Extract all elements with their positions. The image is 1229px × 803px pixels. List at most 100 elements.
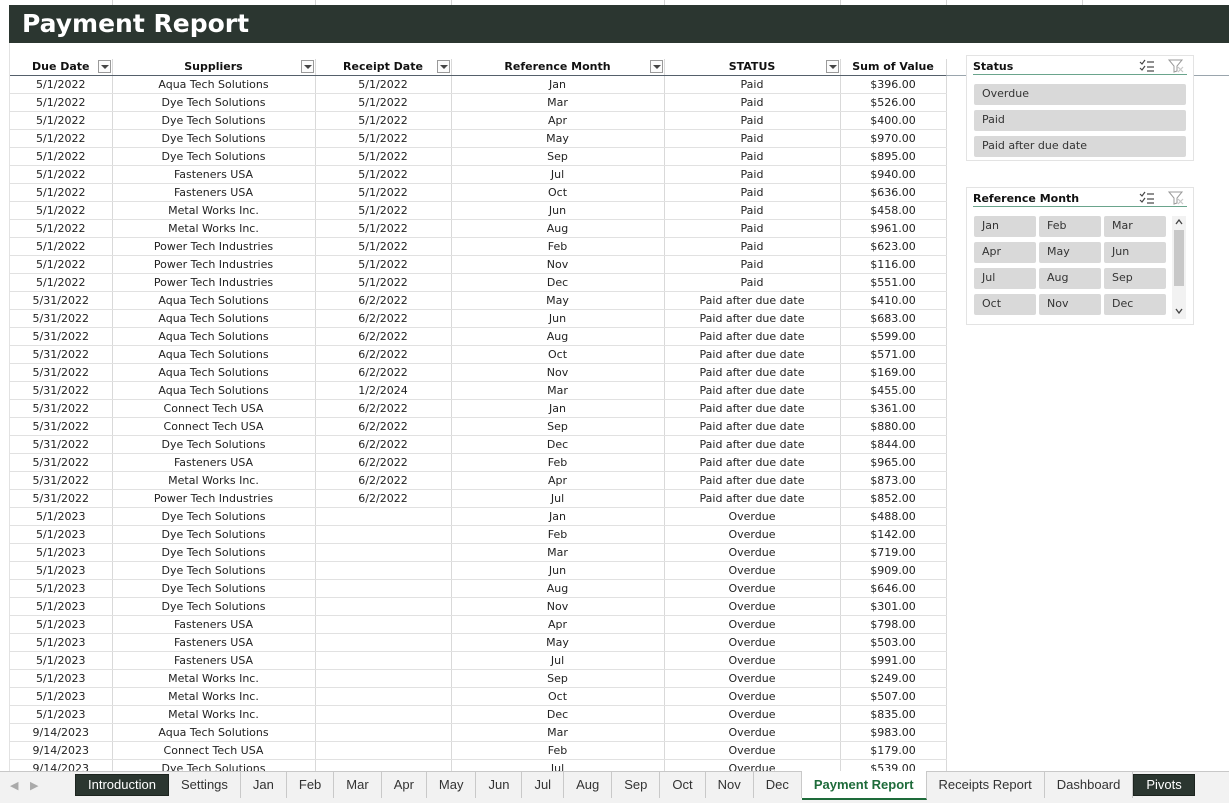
status-cell[interactable]: Paid after due date — [664, 309, 841, 328]
due-date-cell[interactable]: 5/31/2022 — [10, 453, 113, 472]
due-date-cell[interactable]: 5/31/2022 — [10, 345, 113, 364]
supplier-cell[interactable]: Fasteners USA — [112, 651, 316, 670]
slicer-month-apr[interactable]: Apr — [974, 242, 1036, 263]
receipt-date-cell[interactable] — [315, 741, 452, 760]
receipt-date-cell[interactable]: 6/2/2022 — [315, 471, 452, 490]
receipt-date-cell[interactable] — [315, 723, 452, 742]
value-cell[interactable]: $249.00 — [840, 669, 947, 688]
supplier-cell[interactable]: Dye Tech Solutions — [112, 147, 316, 166]
value-cell[interactable]: $983.00 — [840, 723, 947, 742]
reference-month-cell[interactable]: Feb — [451, 453, 665, 472]
supplier-cell[interactable]: Aqua Tech Solutions — [112, 309, 316, 328]
value-cell[interactable]: $396.00 — [840, 75, 947, 94]
receipt-date-cell[interactable]: 5/1/2022 — [315, 93, 452, 112]
status-cell[interactable]: Overdue — [664, 651, 841, 670]
tab-jan[interactable]: Jan — [241, 772, 287, 798]
receipt-date-cell[interactable]: 5/1/2022 — [315, 273, 452, 292]
slicer-month-mar[interactable]: Mar — [1104, 216, 1166, 237]
value-cell[interactable]: $719.00 — [840, 543, 947, 562]
status-cell[interactable]: Paid after due date — [664, 363, 841, 382]
multi-select-icon[interactable] — [1139, 59, 1155, 73]
due-date-cell[interactable]: 5/1/2022 — [10, 183, 113, 202]
supplier-cell[interactable]: Dye Tech Solutions — [112, 507, 316, 526]
slicer-item-paid[interactable]: Paid — [974, 110, 1186, 131]
status-cell[interactable]: Overdue — [664, 525, 841, 544]
tab-dashboard[interactable]: Dashboard — [1045, 772, 1134, 798]
reference-month-cell[interactable]: Oct — [451, 345, 665, 364]
status-cell[interactable]: Paid after due date — [664, 345, 841, 364]
scrollbar-thumb[interactable] — [1174, 230, 1184, 286]
value-cell[interactable]: $455.00 — [840, 381, 947, 400]
receipt-date-cell[interactable]: 5/1/2022 — [315, 183, 452, 202]
reference-month-cell[interactable]: May — [451, 129, 665, 148]
value-cell[interactable]: $361.00 — [840, 399, 947, 418]
value-cell[interactable]: $895.00 — [840, 147, 947, 166]
value-cell[interactable]: $844.00 — [840, 435, 947, 454]
tab-may[interactable]: May — [427, 772, 477, 798]
supplier-cell[interactable]: Aqua Tech Solutions — [112, 75, 316, 94]
due-date-cell[interactable]: 5/31/2022 — [10, 381, 113, 400]
tab-feb[interactable]: Feb — [287, 772, 335, 798]
tab-jun[interactable]: Jun — [476, 772, 523, 798]
status-cell[interactable]: Overdue — [664, 597, 841, 616]
value-cell[interactable]: $940.00 — [840, 165, 947, 184]
status-cell[interactable]: Paid — [664, 219, 841, 238]
reference-month-cell[interactable]: Jul — [451, 489, 665, 508]
value-cell[interactable]: $683.00 — [840, 309, 947, 328]
supplier-cell[interactable]: Connect Tech USA — [112, 417, 316, 436]
filter-dropdown-icon[interactable] — [300, 60, 314, 73]
receipt-date-cell[interactable]: 6/2/2022 — [315, 417, 452, 436]
receipt-date-cell[interactable] — [315, 669, 452, 688]
value-cell[interactable]: $961.00 — [840, 219, 947, 238]
due-date-cell[interactable]: 5/1/2023 — [10, 597, 113, 616]
supplier-cell[interactable]: Aqua Tech Solutions — [112, 291, 316, 310]
reference-month-cell[interactable]: Sep — [451, 417, 665, 436]
status-cell[interactable]: Overdue — [664, 507, 841, 526]
due-date-cell[interactable]: 5/1/2023 — [10, 687, 113, 706]
filter-dropdown-icon[interactable] — [649, 60, 663, 73]
receipt-date-cell[interactable]: 6/2/2022 — [315, 435, 452, 454]
due-date-cell[interactable]: 5/1/2022 — [10, 201, 113, 220]
value-cell[interactable]: $507.00 — [840, 687, 947, 706]
receipt-date-cell[interactable]: 6/2/2022 — [315, 453, 452, 472]
receipt-date-cell[interactable]: 6/2/2022 — [315, 309, 452, 328]
value-cell[interactable]: $503.00 — [840, 633, 947, 652]
reference-month-cell[interactable]: Jul — [451, 165, 665, 184]
status-cell[interactable]: Overdue — [664, 561, 841, 580]
supplier-cell[interactable]: Connect Tech USA — [112, 741, 316, 760]
tab-apr[interactable]: Apr — [382, 772, 427, 798]
receipt-date-cell[interactable]: 5/1/2022 — [315, 237, 452, 256]
tab-receipts-report[interactable]: Receipts Report — [927, 772, 1045, 798]
supplier-cell[interactable]: Dye Tech Solutions — [112, 129, 316, 148]
receipt-date-cell[interactable] — [315, 543, 452, 562]
receipt-date-cell[interactable] — [315, 525, 452, 544]
reference-month-cell[interactable]: Jul — [451, 651, 665, 670]
due-date-cell[interactable]: 5/31/2022 — [10, 417, 113, 436]
supplier-cell[interactable]: Power Tech Industries — [112, 273, 316, 292]
value-cell[interactable]: $835.00 — [840, 705, 947, 724]
tab-aug[interactable]: Aug — [564, 772, 613, 798]
supplier-cell[interactable]: Metal Works Inc. — [112, 669, 316, 688]
reference-month-cell[interactable]: Sep — [451, 147, 665, 166]
reference-month-cell[interactable]: Jan — [451, 399, 665, 418]
supplier-cell[interactable]: Metal Works Inc. — [112, 687, 316, 706]
reference-month-cell[interactable]: Dec — [451, 435, 665, 454]
supplier-cell[interactable]: Fasteners USA — [112, 633, 316, 652]
receipt-date-cell[interactable] — [315, 597, 452, 616]
supplier-cell[interactable]: Metal Works Inc. — [112, 219, 316, 238]
status-cell[interactable]: Paid after due date — [664, 489, 841, 508]
status-cell[interactable]: Overdue — [664, 633, 841, 652]
supplier-cell[interactable]: Dye Tech Solutions — [112, 561, 316, 580]
filter-dropdown-icon[interactable] — [97, 60, 111, 73]
status-cell[interactable]: Paid — [664, 129, 841, 148]
reference-month-cell[interactable]: Mar — [451, 381, 665, 400]
value-cell[interactable]: $571.00 — [840, 345, 947, 364]
status-cell[interactable]: Overdue — [664, 669, 841, 688]
supplier-cell[interactable]: Dye Tech Solutions — [112, 597, 316, 616]
status-cell[interactable]: Paid after due date — [664, 417, 841, 436]
value-cell[interactable]: $458.00 — [840, 201, 947, 220]
due-date-cell[interactable]: 5/31/2022 — [10, 291, 113, 310]
value-cell[interactable]: $169.00 — [840, 363, 947, 382]
slicer-scrollbar[interactable] — [1172, 216, 1186, 319]
status-cell[interactable]: Paid after due date — [664, 435, 841, 454]
